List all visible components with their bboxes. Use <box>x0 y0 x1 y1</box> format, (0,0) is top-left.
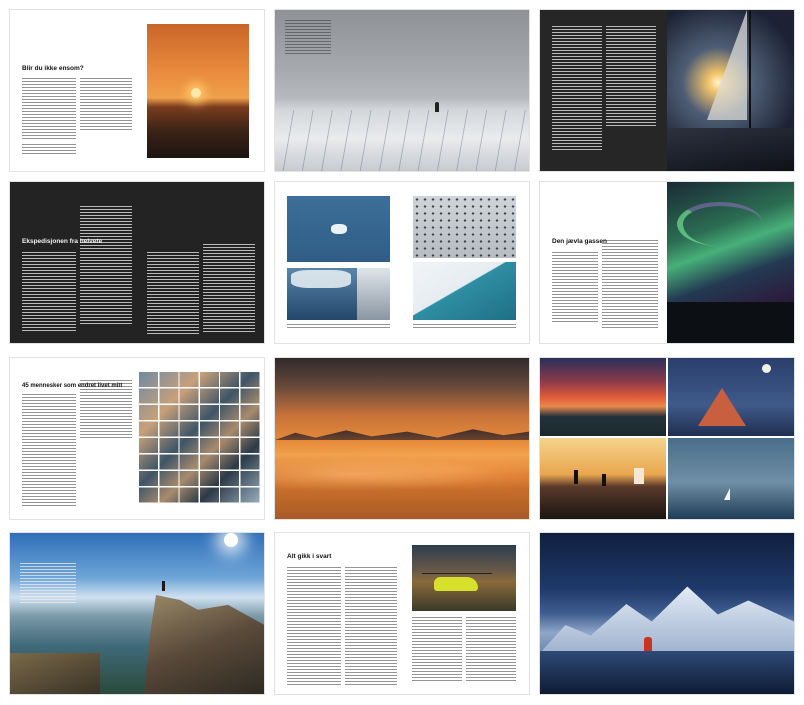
body-text-column <box>345 567 397 685</box>
fjord-photo <box>10 533 264 694</box>
red-peak <box>698 388 746 426</box>
ice-cracks <box>275 110 529 171</box>
body-text-column <box>552 26 602 152</box>
portrait-grid <box>139 372 261 504</box>
photo-page <box>137 10 264 171</box>
ice-edge-photo <box>413 262 516 320</box>
aerial-ice-photo <box>287 196 390 262</box>
sailboat-shape <box>724 488 730 500</box>
spread-landscape-grid[interactable] <box>540 358 794 519</box>
body-text-column <box>602 240 658 330</box>
text-photo-page <box>402 533 529 694</box>
body-text-column <box>606 26 656 126</box>
hikers-photo <box>540 438 666 519</box>
body-text-column <box>203 244 255 334</box>
hiker-silhouette <box>574 470 578 484</box>
mast-line <box>749 10 751 140</box>
text-page: Blir du ikke ensom? <box>10 10 137 171</box>
body-text-column <box>80 78 132 130</box>
caption-text <box>287 324 390 328</box>
spread-45-mennesker[interactable]: 45 mennesker som endret livet mitt <box>10 358 264 519</box>
body-text-column <box>22 252 76 332</box>
mountain-peaks <box>540 586 794 653</box>
sunset-photo <box>147 24 249 158</box>
mountain-ridge <box>275 429 529 440</box>
mountain-silhouette <box>667 302 794 343</box>
foreground-rocks <box>10 653 100 694</box>
cloud-layer <box>275 454 529 494</box>
dark-text-page: Ekspedisjonen fra helvete <box>10 182 137 343</box>
sailboat-sea-photo <box>668 438 794 519</box>
body-text-column <box>80 206 132 324</box>
chapter-heading: Alt gikk i svart <box>287 553 332 560</box>
chapel-silhouette <box>634 468 644 484</box>
spread-den-javla-gassen[interactable]: Den jævla gassen <box>540 182 794 343</box>
spread-alt-gikk-i-svart[interactable]: Alt gikk i svart <box>275 533 529 694</box>
ice-field-photo <box>275 10 529 171</box>
spread-ice-field[interactable] <box>275 10 529 171</box>
sun-shape <box>224 533 238 547</box>
text-page: 45 mennesker som endret livet mitt <box>10 358 137 519</box>
overlay-text-column <box>20 563 76 603</box>
deck-shape <box>667 128 794 171</box>
helicopter-photo <box>412 545 516 611</box>
snow-mountain-photo <box>540 533 794 694</box>
ship-photo <box>357 268 390 320</box>
photo-page <box>667 10 794 171</box>
body-text-column <box>287 567 341 685</box>
iceberg-shape <box>331 224 347 234</box>
body-text-column <box>147 252 199 334</box>
foreground-snow <box>540 651 794 694</box>
spread-aerial-ice[interactable] <box>275 182 529 343</box>
dark-text-page <box>540 10 667 171</box>
spread-snow-mountain[interactable] <box>540 533 794 694</box>
body-text-column <box>22 144 76 154</box>
caption-text <box>413 324 516 328</box>
body-text-column <box>412 617 462 683</box>
portrait-grid-page <box>137 358 264 519</box>
moon-peak-photo <box>668 358 794 436</box>
dark-text-page <box>137 182 264 343</box>
overlay-text-column <box>285 20 331 56</box>
orange-clouds-photo <box>275 358 529 519</box>
body-text-column <box>22 78 76 140</box>
spread-ekspedisjonen[interactable]: Ekspedisjonen fra helvete <box>10 182 264 343</box>
chapter-heading: Blir du ikke ensom? <box>22 65 84 72</box>
seabirds-photo <box>413 196 516 258</box>
rotor-blade <box>422 573 492 574</box>
spread-sailing[interactable] <box>540 10 794 171</box>
body-text-column <box>80 380 132 440</box>
text-page: Den jævla gassen <box>540 182 667 343</box>
spread-orange-clouds[interactable] <box>275 358 529 519</box>
text-page: Alt gikk i svart <box>275 533 402 694</box>
helicopter-shape <box>434 577 478 591</box>
moon-shape <box>762 364 771 373</box>
body-text-column <box>22 394 76 506</box>
body-text-column <box>552 252 598 324</box>
spread-blir-du-ikke-ensom[interactable]: Blir du ikke ensom? <box>10 10 264 171</box>
ice-floe-shape <box>291 270 351 288</box>
body-text-column <box>466 617 516 683</box>
person-silhouette <box>435 102 439 112</box>
chapter-heading: Den jævla gassen <box>552 238 607 245</box>
person-silhouette <box>162 581 165 591</box>
hiker-silhouette <box>602 474 606 486</box>
aurora-band <box>677 202 763 246</box>
rock-cliff <box>144 595 264 694</box>
sunset-sky-photo <box>540 358 666 436</box>
sun-shape <box>191 88 201 98</box>
sail-shape <box>707 10 747 120</box>
aurora-photo <box>667 182 794 343</box>
spread-fjord[interactable] <box>10 533 264 694</box>
